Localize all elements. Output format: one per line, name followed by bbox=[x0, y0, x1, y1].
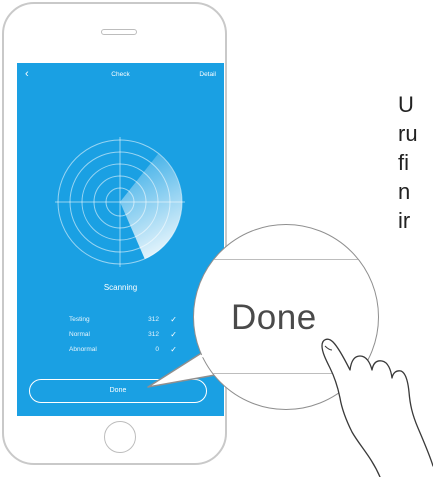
instruction-line: U bbox=[398, 92, 414, 117]
instruction-line: ru bbox=[398, 121, 418, 146]
hand-pointer-icon bbox=[321, 338, 433, 477]
instruction-line: fi bbox=[398, 150, 409, 175]
instruction-text: U ru fi n ir bbox=[398, 90, 433, 235]
instruction-line: ir bbox=[398, 208, 411, 233]
instruction-line: n bbox=[398, 179, 411, 204]
